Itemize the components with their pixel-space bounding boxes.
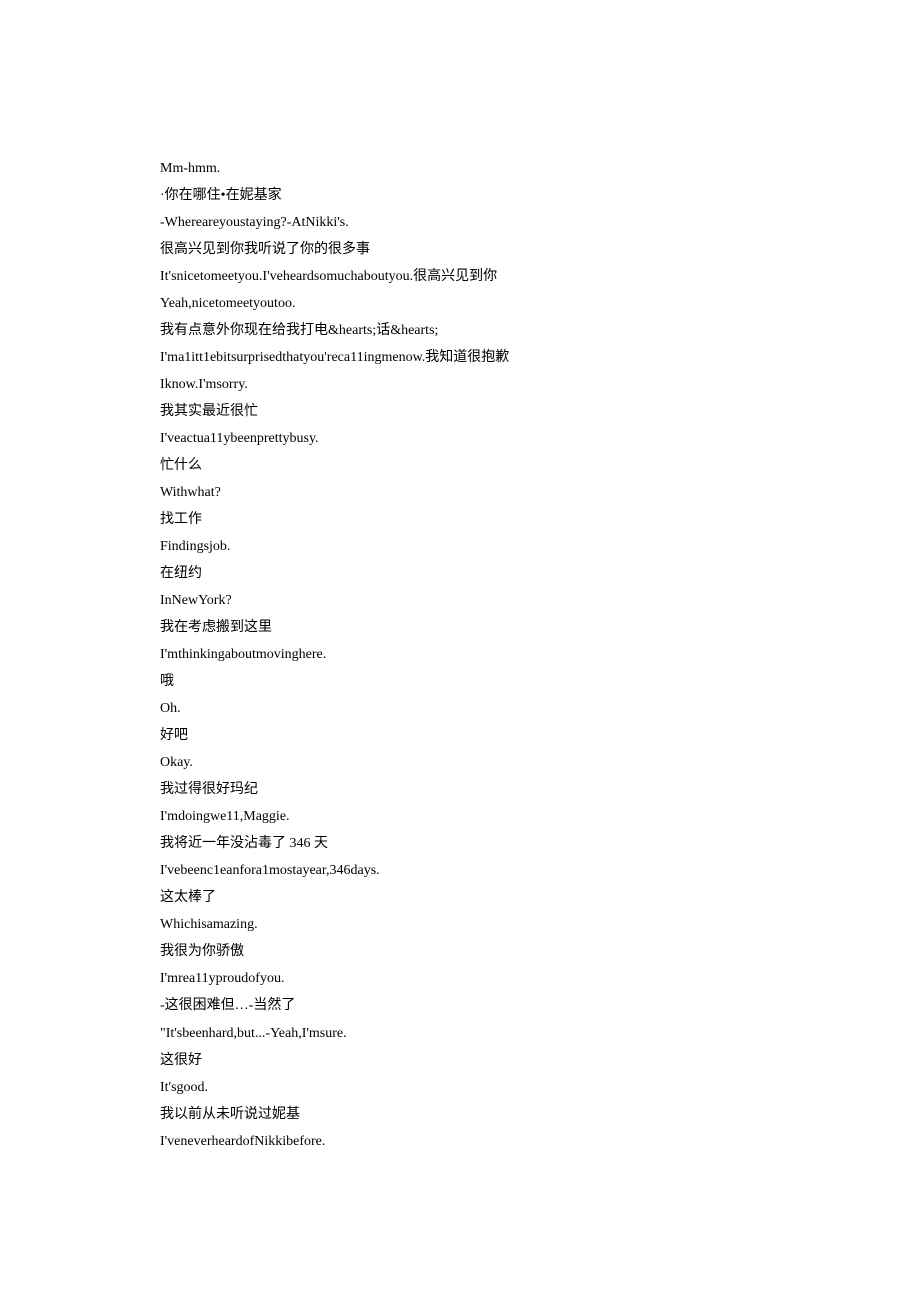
- text-line: 我其实最近很忙: [160, 398, 760, 425]
- text-line: 找工作: [160, 506, 760, 533]
- text-content: Mm-hmm.·你在哪住•在妮基家-Whereareyoustaying?-At…: [160, 155, 760, 1155]
- text-line: Mm-hmm.: [160, 155, 760, 182]
- text-line: Okay.: [160, 749, 760, 776]
- text-line: Whichisamazing.: [160, 911, 760, 938]
- text-line: Yeah,nicetomeetyoutoo.: [160, 290, 760, 317]
- text-line: -Whereareyoustaying?-AtNikki's.: [160, 209, 760, 236]
- text-line: I'veactua11ybeenprettybusy.: [160, 425, 760, 452]
- text-line: -这很困难但…-当然了: [160, 992, 760, 1019]
- text-line: 好吧: [160, 722, 760, 749]
- text-line: It'sgood.: [160, 1074, 760, 1101]
- text-line: 在纽约: [160, 560, 760, 587]
- text-line: 忙什么: [160, 452, 760, 479]
- text-line: 这太棒了: [160, 884, 760, 911]
- text-line: InNewYork?: [160, 587, 760, 614]
- text-line: I'mthinkingaboutmovinghere.: [160, 641, 760, 668]
- text-line: 我过得很好玛纪: [160, 776, 760, 803]
- text-line: Iknow.I'msorry.: [160, 371, 760, 398]
- text-line: 我有点意外你现在给我打电&hearts;话&hearts;: [160, 317, 760, 344]
- text-line: 哦: [160, 668, 760, 695]
- text-line: 我在考虑搬到这里: [160, 614, 760, 641]
- text-line: 很高兴见到你我听说了你的很多事: [160, 236, 760, 263]
- text-line: I'mrea11yproudofyou.: [160, 965, 760, 992]
- text-line: 我以前从未听说过妮基: [160, 1101, 760, 1128]
- text-line: It'snicetomeetyou.I'veheardsomuchaboutyo…: [160, 263, 760, 290]
- text-line: Withwhat?: [160, 479, 760, 506]
- text-line: Findingsjob.: [160, 533, 760, 560]
- text-line: Oh.: [160, 695, 760, 722]
- text-line: 我将近一年没沾毒了 346 天: [160, 830, 760, 857]
- text-line: "It'sbeenhard,but...-Yeah,I'msure.: [160, 1020, 760, 1047]
- text-line: 我很为你骄傲: [160, 938, 760, 965]
- text-line: I'veneverheardofNikkibefore.: [160, 1128, 760, 1155]
- text-line: ·你在哪住•在妮基家: [160, 182, 760, 209]
- text-line: I'ma1itt1ebitsurprisedthatyou'reca11ingm…: [160, 344, 760, 371]
- document-page: Mm-hmm.·你在哪住•在妮基家-Whereareyoustaying?-At…: [0, 0, 920, 1310]
- text-line: I'mdoingwe11,Maggie.: [160, 803, 760, 830]
- text-line: 这很好: [160, 1047, 760, 1074]
- text-line: I'vebeenc1eanfora1mostayear,346days.: [160, 857, 760, 884]
